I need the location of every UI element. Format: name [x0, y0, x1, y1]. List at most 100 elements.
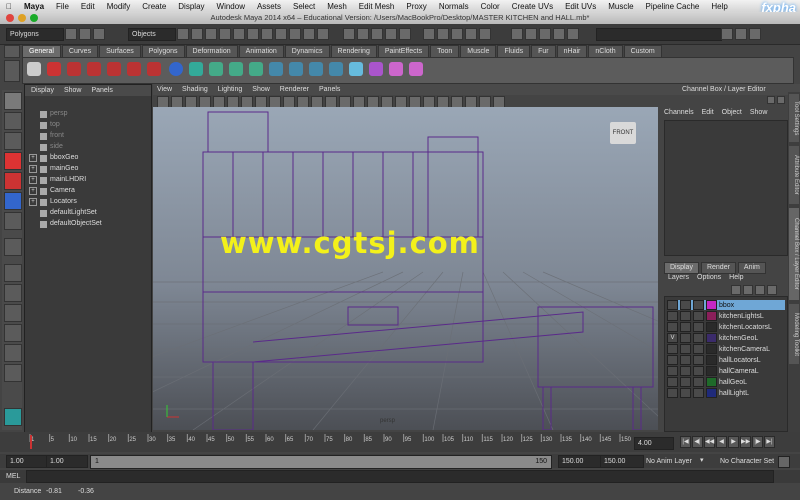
four-view-layout-icon[interactable] [4, 284, 22, 302]
layer-playback-toggle[interactable] [693, 322, 704, 332]
layer-playback-toggle[interactable] [693, 333, 704, 343]
layer-display-type-toggle[interactable] [680, 388, 691, 398]
layer-playback-toggle[interactable] [693, 366, 704, 376]
expand-icon[interactable]: + [29, 198, 37, 206]
mask-joint-icon[interactable] [233, 28, 245, 40]
layer-menu-options[interactable]: Options [697, 274, 721, 281]
menu-mesh[interactable]: Mesh [321, 2, 353, 11]
selection-mode-dropdown[interactable]: Objects [128, 28, 176, 41]
move-layer-down-icon[interactable] [743, 285, 753, 295]
layer-visibility-toggle[interactable] [667, 344, 678, 354]
ipr-render-icon[interactable] [451, 28, 463, 40]
outliner-item[interactable]: +defaultLightSet [29, 208, 97, 218]
persp-outliner-layout-icon[interactable] [4, 304, 22, 322]
input-line-icon[interactable] [511, 28, 523, 40]
layer-visibility-toggle[interactable]: V [667, 333, 678, 343]
menu-help[interactable]: Help [705, 2, 733, 11]
select-tool-icon[interactable] [27, 62, 41, 76]
new-scene-icon[interactable] [65, 28, 77, 40]
close-window-icon[interactable] [6, 14, 14, 22]
snap-point-icon[interactable] [371, 28, 383, 40]
mask-dynamic-icon[interactable] [289, 28, 301, 40]
menu-create[interactable]: Create [136, 2, 172, 11]
show-attribute-editor-icon[interactable] [721, 28, 733, 40]
layer-color-swatch[interactable] [706, 355, 717, 365]
layer-tab-render[interactable]: Render [700, 262, 736, 274]
menu-window[interactable]: Window [211, 2, 251, 11]
layer-display-type-toggle[interactable] [680, 333, 691, 343]
arc-tool-icon[interactable] [147, 62, 161, 76]
lattice-icon[interactable] [369, 62, 383, 76]
layer-menu-help[interactable]: Help [729, 274, 743, 281]
create-layer-icon[interactable] [755, 285, 765, 295]
layer-visibility-toggle[interactable] [667, 300, 678, 310]
render-current-icon[interactable] [437, 28, 449, 40]
viewport-menu-shading[interactable]: Shading [182, 84, 208, 95]
outliner-item[interactable]: +defaultObjectSet [29, 219, 102, 229]
pencil-curve-icon[interactable] [107, 62, 121, 76]
expand-icon[interactable]: + [29, 154, 37, 162]
render-view-icon[interactable] [4, 408, 22, 426]
sphere-icon[interactable] [169, 62, 183, 76]
layer-row[interactable]: bbox [667, 300, 785, 310]
expand-icon[interactable]: + [29, 176, 37, 184]
command-input[interactable] [26, 470, 774, 483]
layer-visibility-toggle[interactable] [667, 366, 678, 376]
attribute-editor-icon[interactable] [553, 28, 565, 40]
layer-display-type-toggle[interactable] [680, 300, 691, 310]
menu-color[interactable]: Color [475, 2, 506, 11]
menu-normals[interactable]: Normals [433, 2, 475, 11]
range-slider[interactable]: 1 150 [90, 455, 552, 469]
sidebar-toggle-icon[interactable] [525, 28, 537, 40]
channel-box-icon[interactable] [567, 28, 579, 40]
layer-color-swatch[interactable] [706, 322, 717, 332]
play-forwards-icon[interactable]: ▶ [728, 436, 739, 448]
menu-assets[interactable]: Assets [251, 2, 287, 11]
snap-view-plane-icon[interactable] [385, 28, 397, 40]
outliner-menu-panels[interactable]: Panels [91, 85, 112, 96]
viewport-menu-view[interactable]: View [157, 84, 172, 95]
poly-cube-icon[interactable] [309, 62, 323, 76]
outliner-item[interactable]: + mainGeo [29, 164, 78, 174]
hypershade-icon[interactable] [479, 28, 491, 40]
layer-color-swatch[interactable] [706, 333, 717, 343]
universal-manipulator-icon[interactable] [4, 212, 22, 230]
move-tool-icon[interactable] [4, 152, 22, 170]
ep-curve-icon[interactable] [67, 62, 81, 76]
layer-tab-anim[interactable]: Anim [737, 262, 766, 274]
layer-playback-toggle[interactable] [693, 300, 704, 310]
go-to-start-icon[interactable]: |◀ [680, 436, 691, 448]
cylinder-icon[interactable] [209, 62, 223, 76]
layer-playback-toggle[interactable] [693, 344, 704, 354]
show-layer-editor-only-icon[interactable] [777, 96, 785, 104]
layer-playback-toggle[interactable] [693, 377, 704, 387]
menu-display[interactable]: Display [172, 2, 210, 11]
viewport-menu-show[interactable]: Show [252, 84, 270, 95]
snap-grid-icon[interactable] [343, 28, 355, 40]
bezier-curve-icon[interactable] [127, 62, 141, 76]
menu-select[interactable]: Select [287, 2, 321, 11]
side-tab-channel-box[interactable]: Channel Box / Layer Editor [789, 208, 799, 300]
select-arrow-icon[interactable] [4, 92, 22, 110]
layer-row[interactable]: kitchenLightsL [667, 311, 785, 321]
scale-tool-icon[interactable] [4, 192, 22, 210]
layer-playback-toggle[interactable] [693, 355, 704, 365]
outliner-item[interactable]: + Locators [29, 197, 77, 207]
layer-row[interactable]: hallLightL [667, 388, 785, 398]
outliner-item[interactable]: + mainLHDRI [29, 175, 86, 185]
side-tab-tool-settings[interactable]: Tool Settings [789, 94, 799, 142]
layer-display-type-toggle[interactable] [680, 355, 691, 365]
minimize-window-icon[interactable] [18, 14, 26, 22]
layer-color-swatch[interactable] [706, 344, 717, 354]
poly-plane-icon[interactable] [349, 62, 363, 76]
lasso-tool-icon[interactable] [4, 112, 22, 130]
show-tool-settings-icon[interactable] [735, 28, 747, 40]
layer-color-swatch[interactable] [706, 311, 717, 321]
plane-icon[interactable] [249, 62, 263, 76]
single-perspective-layout-icon[interactable] [4, 264, 22, 282]
current-frame-field[interactable]: 4.00 [634, 437, 674, 450]
layer-color-swatch[interactable] [706, 366, 717, 376]
shelf-options-icon[interactable] [4, 60, 20, 82]
outliner-item[interactable]: + bboxGeo [29, 153, 78, 163]
menu-file[interactable]: File [50, 2, 75, 11]
